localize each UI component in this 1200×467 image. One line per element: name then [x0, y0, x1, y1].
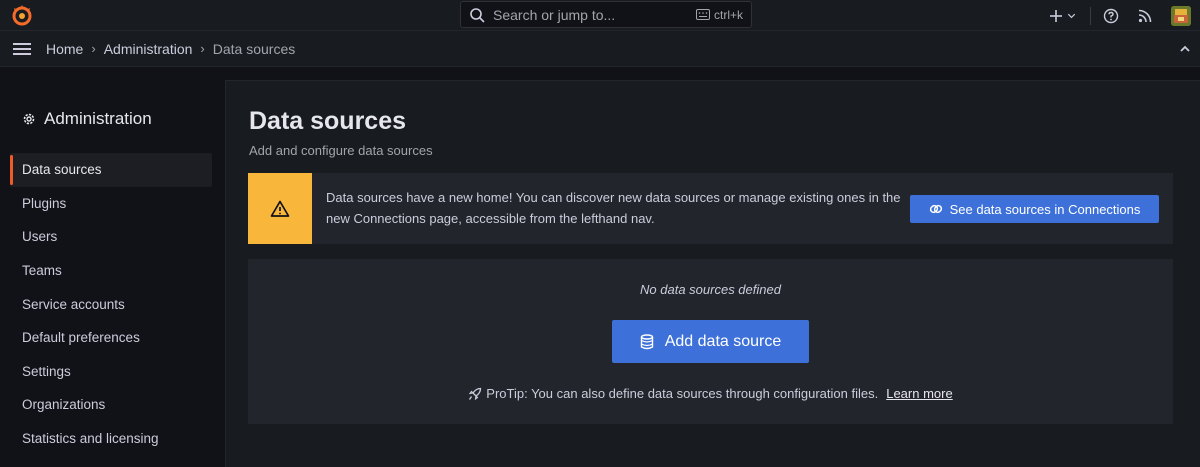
breadcrumb-separator: › [200, 41, 205, 56]
page-title: Data sources [249, 107, 407, 135]
main-content: Data sources Add and configure data sour… [225, 80, 1200, 467]
link-icon [929, 204, 942, 214]
sidebar-item-default-preferences[interactable]: Default preferences [10, 321, 212, 355]
search-shortcut: ctrl+k [695, 7, 743, 22]
see-connections-button[interactable]: See data sources in Connections [910, 195, 1159, 223]
help-icon[interactable] [1103, 8, 1119, 24]
protip-text: ProTip: You can also define data sources… [486, 386, 879, 401]
gear-icon [23, 113, 35, 125]
breadcrumb-administration[interactable]: Administration [104, 41, 193, 57]
database-icon [640, 333, 653, 349]
sidebar-item-teams[interactable]: Teams [10, 254, 212, 288]
breadcrumb-bar: Home › Administration › Data sources [0, 31, 1200, 67]
chevron-down-icon [1067, 13, 1076, 19]
learn-more-link[interactable]: Learn more [886, 386, 952, 401]
top-actions [1049, 0, 1200, 31]
top-bar: Search or jump to... ctrl+k [0, 0, 1200, 31]
warning-triangle-icon [270, 200, 290, 217]
breadcrumb: Home › Administration › Data sources [46, 41, 295, 57]
grafana-logo-icon[interactable] [10, 4, 34, 26]
empty-state: No data sources defined Add data source … [248, 259, 1173, 424]
avatar[interactable] [1171, 5, 1191, 26]
divider [1090, 6, 1091, 25]
search-icon [470, 7, 485, 23]
search-placeholder: Search or jump to... [493, 6, 616, 23]
empty-message: No data sources defined [640, 282, 781, 297]
plus-icon [1050, 9, 1062, 22]
sidebar-item-settings[interactable]: Settings [10, 355, 212, 389]
sidebar-item-data-sources[interactable]: Data sources [10, 153, 212, 187]
rocket-icon [469, 387, 482, 400]
new-button[interactable] [1049, 9, 1076, 23]
sidebar: Administration Data sources Plugins User… [0, 67, 225, 467]
sidebar-heading-label: Administration [44, 109, 152, 128]
avatar-image [1171, 5, 1191, 26]
sidebar-item-organizations[interactable]: Organizations [10, 388, 212, 422]
sidebar-item-service-accounts[interactable]: Service accounts [10, 287, 212, 321]
shortcut-label: ctrl+k [713, 7, 743, 22]
sidebar-item-plugins[interactable]: Plugins [10, 187, 212, 221]
rss-icon[interactable] [1137, 8, 1153, 24]
chevron-up-icon[interactable] [1178, 42, 1192, 56]
see-connections-label: See data sources in Connections [949, 201, 1141, 217]
breadcrumb-data-sources: Data sources [212, 40, 296, 57]
keyboard-icon [695, 9, 710, 20]
info-alert: Data sources have a new home! You can di… [248, 173, 1173, 244]
sidebar-item-statistics-and-licensing[interactable]: Statistics and licensing [10, 422, 212, 456]
add-data-source-button[interactable]: Add data source [612, 320, 809, 363]
alert-text: Data sources have a new home! You can di… [326, 190, 901, 226]
alert-icon-box [248, 173, 312, 244]
sidebar-heading: Administration [22, 109, 152, 129]
protip: ProTip: You can also define data sources… [248, 386, 1173, 401]
sidebar-item-users[interactable]: Users [10, 220, 212, 254]
page-subtitle: Add and configure data sources [249, 143, 433, 158]
hamburger-icon[interactable] [12, 41, 32, 57]
search-input[interactable]: Search or jump to... ctrl+k [460, 1, 752, 28]
sidebar-nav: Data sources Plugins Users Teams Service… [10, 153, 212, 455]
breadcrumb-separator: › [91, 41, 96, 56]
add-data-source-label: Add data source [664, 332, 782, 350]
breadcrumb-home[interactable]: Home [46, 41, 83, 57]
